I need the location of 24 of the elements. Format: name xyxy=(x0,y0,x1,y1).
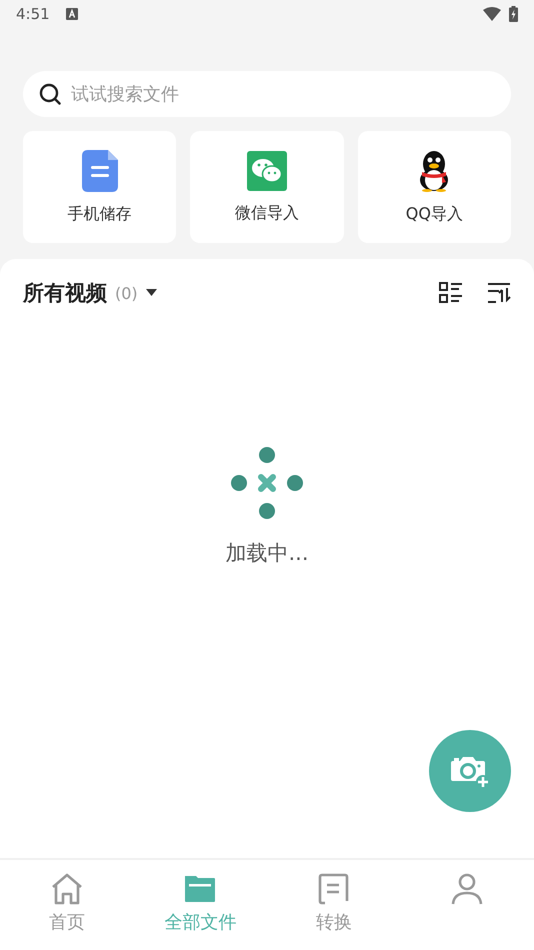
source-card[interactable]: 手机储存 xyxy=(23,131,176,243)
keyboard-icon xyxy=(66,8,78,20)
item-count: (0) xyxy=(115,284,138,302)
chat-bubbles-icon xyxy=(246,150,287,190)
status-time: 4:51 xyxy=(16,5,50,23)
battery-icon xyxy=(509,6,518,22)
search-field[interactable]: 试试搜索文件 xyxy=(23,71,511,117)
list-view-icon[interactable] xyxy=(439,282,463,304)
source-label: 微信导入 xyxy=(234,202,299,224)
source-label: QQ导入 xyxy=(406,204,463,224)
sort-icon[interactable] xyxy=(487,282,511,304)
document-icon xyxy=(82,150,118,192)
source-card[interactable]: QQ导入 xyxy=(358,131,511,243)
dropdown-icon[interactable] xyxy=(146,289,157,297)
camera-add-icon xyxy=(450,754,490,788)
loading-spinner-icon xyxy=(231,447,303,519)
person-icon xyxy=(450,872,484,906)
document-icon xyxy=(316,872,351,906)
wifi-icon xyxy=(483,7,501,21)
home-icon xyxy=(50,872,84,906)
source-card[interactable]: 微信导入 xyxy=(190,131,344,243)
section-title: 所有视频 xyxy=(23,280,107,307)
loading-text: 加载中... xyxy=(225,540,309,567)
source-label: 手机储存 xyxy=(68,204,132,224)
